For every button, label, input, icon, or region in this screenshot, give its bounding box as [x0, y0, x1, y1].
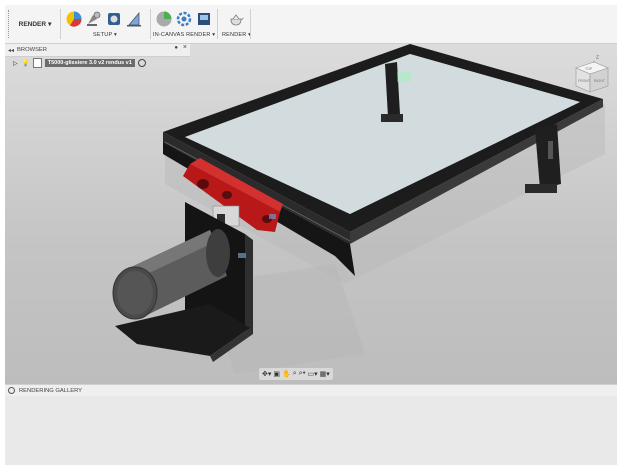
document-icon: [32, 58, 42, 68]
gallery-toggle-icon[interactable]: [8, 387, 15, 394]
toolbar-divider: [250, 9, 251, 39]
in-canvas-render-group-label[interactable]: IN-CANVAS RENDER ▾: [153, 32, 215, 38]
in-canvas-render-icon[interactable]: [155, 10, 173, 28]
appearance-icon[interactable]: [85, 10, 103, 28]
clamp-hole: [197, 179, 209, 189]
browser-root-label[interactable]: T5000-glissiere 3.0 v2 rendus v1: [44, 59, 135, 67]
toolbar-divider: [60, 9, 61, 39]
lookat-icon[interactable]: ▣: [273, 370, 280, 378]
toolbar-divider: [217, 9, 218, 39]
rendering-gallery-panel: [5, 396, 617, 465]
leg-foot: [525, 184, 557, 193]
viewcube[interactable]: Z TOP FRONT RIGHT: [568, 52, 612, 96]
setup-group-label[interactable]: SETUP ▾: [93, 32, 117, 38]
joint-marker: [238, 253, 246, 258]
zoom-icon[interactable]: ⌕▾: [299, 370, 306, 378]
clamp-hole: [222, 191, 232, 199]
display-settings-icon[interactable]: ▭▾: [308, 370, 318, 378]
pin-icon[interactable]: ●: [174, 45, 178, 51]
workspace-switcher[interactable]: RENDER ▾: [15, 13, 55, 35]
model-scene[interactable]: [5, 44, 617, 384]
toolbar-grip[interactable]: [8, 10, 11, 38]
canvas-viewport[interactable]: ◂◂ BROWSER ● × ▷ 💡 T5000-glissiere 3.0 v…: [5, 44, 617, 384]
chevron-down-icon: ▾: [48, 21, 52, 28]
grid-icon[interactable]: ▦▾: [320, 370, 330, 378]
workspace-label: RENDER: [18, 20, 47, 28]
orbit-icon[interactable]: ✥▾: [262, 370, 271, 378]
pan-icon[interactable]: ✋: [282, 370, 291, 378]
render-group-label[interactable]: RENDER ▾: [222, 32, 251, 38]
collapse-icon[interactable]: ◂◂: [8, 47, 14, 54]
scene-settings-icon[interactable]: [65, 10, 83, 28]
viewcube-front-label: FRONT: [578, 79, 591, 83]
browser-panel-header[interactable]: ◂◂ BROWSER ● ×: [5, 44, 190, 57]
axis-z-label: Z: [596, 55, 599, 61]
viewcube-top-label: TOP: [585, 67, 593, 71]
leg-slot: [548, 141, 553, 159]
joint-marker: [269, 214, 276, 219]
physical-material-icon[interactable]: [105, 10, 123, 28]
activate-icon[interactable]: [137, 59, 146, 67]
close-icon[interactable]: ×: [183, 44, 187, 51]
navigation-bar: ✥▾ ▣ ✋ ⌕ ⌕▾ ▭▾ ▦▾: [259, 368, 333, 380]
toolbar: RENDER ▾ SETUP ▾ IN-CANVAS RENDER ▾ REND…: [5, 5, 617, 44]
toolbar-divider: [150, 9, 151, 39]
render-teapot-icon[interactable]: [227, 10, 245, 28]
decal-icon[interactable]: [125, 10, 143, 28]
application-window: RENDER ▾ SETUP ▾ IN-CANVAS RENDER ▾ REND…: [5, 5, 617, 465]
expand-arrow-icon[interactable]: ▷: [13, 60, 18, 67]
lightbulb-icon[interactable]: 💡: [22, 59, 30, 67]
capture-image-icon[interactable]: [195, 10, 213, 28]
motor-end-face: [117, 271, 153, 315]
viewcube-right-label: RIGHT: [594, 79, 606, 83]
browser-root-item[interactable]: ▷ 💡 T5000-glissiere 3.0 v2 rendus v1: [5, 57, 190, 69]
browser-title: BROWSER: [17, 47, 47, 53]
motor-plate-edge: [245, 234, 253, 334]
rendering-gallery-title: RENDERING GALLERY: [19, 387, 83, 394]
zoom-window-icon[interactable]: ⌕: [293, 370, 297, 378]
gear-icon[interactable]: [175, 10, 193, 28]
leg-foot: [381, 114, 403, 122]
motor-flange: [206, 229, 230, 277]
leg-bracket: [397, 72, 411, 82]
